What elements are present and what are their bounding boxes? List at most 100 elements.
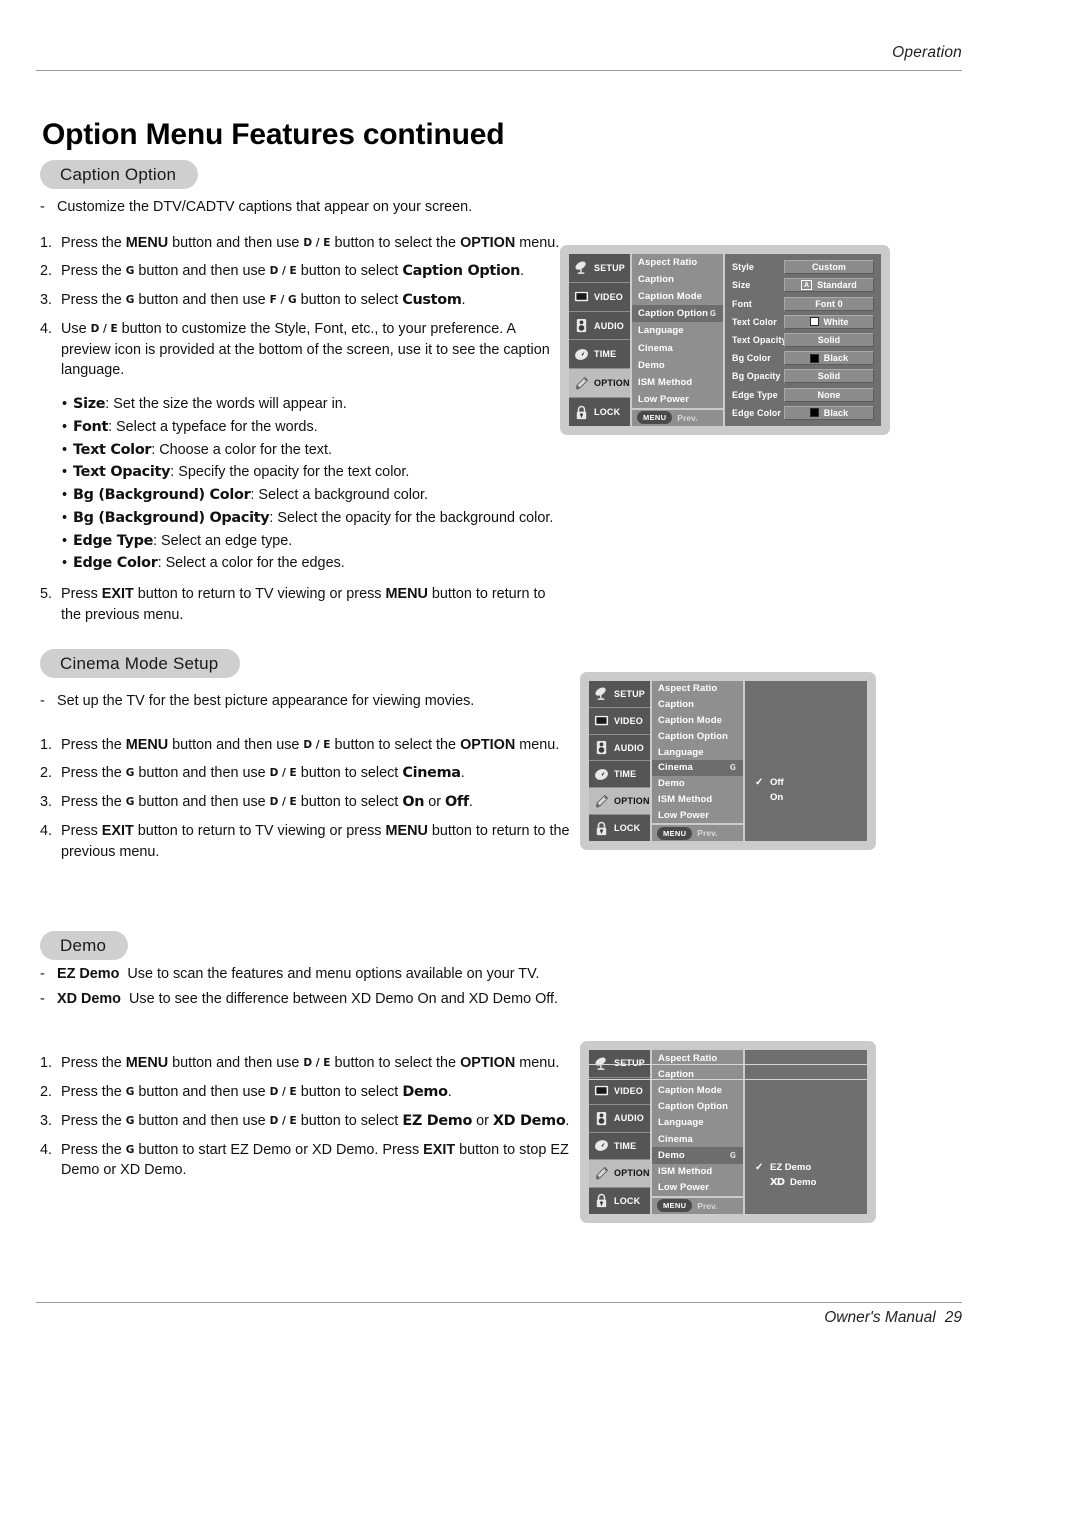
osd-menu-item-demo[interactable]: Demo	[632, 357, 723, 374]
xd-logo-icon: XD	[770, 1177, 785, 1188]
osd-menu-item-aspect-ratio[interactable]: Aspect Ratio	[632, 254, 723, 271]
osd-sidebar-item-audio[interactable]: AUDIO	[569, 312, 630, 341]
osd-menu-item-caption-mode[interactable]: Caption Mode	[632, 288, 723, 305]
osd-menu-item-caption[interactable]: Caption	[632, 271, 723, 288]
osd-sidebar-item-option[interactable]: OPTION	[569, 369, 630, 399]
menu-chip[interactable]: MENU	[637, 411, 673, 425]
osd-option-xd-demo[interactable]: XD Demo	[745, 1175, 867, 1190]
osd-row-value[interactable]: A Standard	[784, 278, 874, 293]
osd-sidebar-item-video[interactable]: VIDEO	[569, 283, 630, 312]
options-offset	[745, 1050, 867, 1160]
osd-option-on[interactable]: On	[745, 790, 867, 805]
osd-row-value[interactable]: White	[784, 314, 874, 329]
osd-row-value[interactable]: Custom	[784, 260, 874, 275]
osd-row-value[interactable]: Solid	[784, 332, 874, 347]
osd-row-bg-color[interactable]: Bg Color Black	[732, 349, 874, 367]
osd-menu-item-caption-mode[interactable]: Caption Mode	[652, 1082, 743, 1098]
osd-sidebar-item-lock[interactable]: LOCK	[589, 1188, 650, 1215]
osd-sidebar-item-audio[interactable]: AUDIO	[589, 1105, 650, 1133]
bullet-text: Text Opacity: Specify the opacity for th…	[73, 464, 410, 481]
osd-row-value[interactable]: Font 0	[784, 296, 874, 311]
step-number: 5.	[40, 586, 53, 603]
step-number: 3.	[40, 292, 53, 309]
prev-label: Prev.	[697, 828, 718, 839]
osd-menu-item-ism-method[interactable]: ISM Method	[652, 791, 743, 807]
osd-option-ez-demo[interactable]: ✓ EZ Demo	[745, 1160, 867, 1175]
osd-sidebar-item-video[interactable]: VIDEO	[589, 708, 650, 735]
color-swatch-white	[809, 317, 819, 327]
print-artifact-line	[589, 1064, 867, 1065]
dash-marker: -	[40, 693, 45, 709]
osd-menu-item-caption-mode[interactable]: Caption Mode	[652, 713, 743, 729]
osd-row-value[interactable]: Black	[784, 405, 874, 420]
osd-sidebar-label: VIDEO	[614, 715, 644, 726]
satellite-dish-icon	[575, 261, 586, 275]
osd-menu-item-ism-method[interactable]: ISM Method	[652, 1164, 743, 1180]
osd-row-value[interactable]: None	[784, 387, 874, 402]
osd-sidebar-item-setup[interactable]: SETUP	[569, 254, 630, 283]
osd-sidebar-label: SETUP	[614, 688, 646, 699]
osd-menu-item-language[interactable]: Language	[632, 322, 723, 339]
osd-row-font[interactable]: Font Font 0	[732, 294, 874, 312]
clock-icon	[595, 1140, 608, 1152]
osd-sidebar-label: AUDIO	[594, 320, 624, 331]
step-4: 4. Press EXIT button to return to TV vie…	[40, 821, 585, 862]
osd-sidebar-item-time[interactable]: TIME	[569, 340, 630, 370]
osd-sidebar-label: OPTION	[614, 1168, 650, 1179]
osd-row-text-color[interactable]: Text Color White	[732, 313, 874, 331]
osd-menu-item-caption[interactable]: Caption	[652, 697, 743, 713]
osd-row-text-opacity[interactable]: Text Opacity Solid	[732, 331, 874, 349]
osd-menu-item-language[interactable]: Language	[652, 1115, 743, 1131]
osd-row-size[interactable]: Size A Standard	[732, 276, 874, 294]
bullet-text-color: • Text Color: Choose a color for the tex…	[40, 440, 560, 461]
osd-row-edge-type[interactable]: Edge Type None	[732, 386, 874, 404]
osd-menu-item-caption-option[interactable]: Caption Option G	[632, 305, 723, 323]
bullet-marker: •	[62, 418, 68, 435]
osd-menu-list: Aspect Ratio Caption Caption Mode Captio…	[650, 1050, 745, 1214]
chevron-right-icon: G	[709, 309, 716, 319]
ez-demo-ref: EZ Demo	[402, 1112, 473, 1129]
chevron-right-icon: G	[729, 1150, 736, 1160]
osd-option-off[interactable]: ✓ Off	[745, 775, 867, 790]
osd-sidebar-item-time[interactable]: TIME	[589, 761, 650, 789]
osd-menu-item-caption-option[interactable]: Caption Option	[652, 728, 743, 744]
osd-sidebar-item-lock[interactable]: LOCK	[589, 815, 650, 841]
osd-menu-item-demo[interactable]: Demo	[652, 776, 743, 792]
menu-button-ref: MENU	[385, 822, 428, 839]
osd-menu-item-demo[interactable]: Demo G	[652, 1147, 743, 1164]
osd-sidebar-item-lock[interactable]: LOCK	[569, 398, 630, 426]
osd-row-bg-opacity[interactable]: Bg Opacity Solid	[732, 367, 874, 385]
osd-menu-item-caption-option[interactable]: Caption Option	[652, 1099, 743, 1115]
osd-sidebar-item-option[interactable]: OPTION	[589, 788, 650, 816]
osd-sidebar-item-video[interactable]: VIDEO	[589, 1078, 650, 1105]
osd-row-value[interactable]: Solid	[784, 369, 874, 384]
osd-row-edge-color[interactable]: Edge Color Black	[732, 404, 874, 422]
osd-menu-item-language[interactable]: Language	[652, 744, 743, 760]
osd-menu-item-low-power[interactable]: Low Power	[652, 807, 743, 823]
osd-sidebar-item-audio[interactable]: AUDIO	[589, 735, 650, 762]
osd-menu-item-aspect-ratio[interactable]: Aspect Ratio	[652, 681, 743, 697]
exit-button-ref: EXIT	[101, 822, 134, 839]
menu-button-ref: MENU	[125, 1055, 169, 1072]
osd-menu-item-low-power[interactable]: Low Power	[632, 391, 723, 408]
osd-menu-item-caption[interactable]: Caption	[652, 1066, 743, 1082]
osd-menu-item-cinema[interactable]: Cinema G	[652, 759, 743, 776]
menu-chip[interactable]: MENU	[657, 826, 693, 840]
osd-menu-item-cinema[interactable]: Cinema	[632, 340, 723, 357]
osd-menu-item-ism-method[interactable]: ISM Method	[632, 374, 723, 391]
tag-icon	[576, 376, 589, 390]
osd-row-style[interactable]: Style Custom	[732, 258, 874, 276]
osd-menu-item-low-power[interactable]: Low Power	[652, 1180, 743, 1196]
osd-sidebar-item-option[interactable]: OPTION	[589, 1160, 650, 1188]
osd-menu-list: Aspect Ratio Caption Caption Mode Captio…	[650, 681, 745, 841]
osd-sidebar: SETUP VIDEO AUDIO	[569, 254, 630, 426]
color-swatch-black	[809, 408, 819, 418]
dash-ez-demo: - EZ Demo Use to scan the features and m…	[40, 964, 585, 985]
osd-sidebar-item-time[interactable]: TIME	[589, 1133, 650, 1160]
osd-row-value[interactable]: Black	[784, 351, 874, 366]
osd-sidebar-item-setup[interactable]: SETUP	[589, 681, 650, 708]
osd-menu-item-cinema[interactable]: Cinema	[652, 1131, 743, 1147]
menu-chip[interactable]: MENU	[657, 1199, 693, 1213]
bullet-text: Size: Set the size the words will appear…	[73, 396, 347, 413]
step-number: 1.	[40, 1055, 53, 1072]
